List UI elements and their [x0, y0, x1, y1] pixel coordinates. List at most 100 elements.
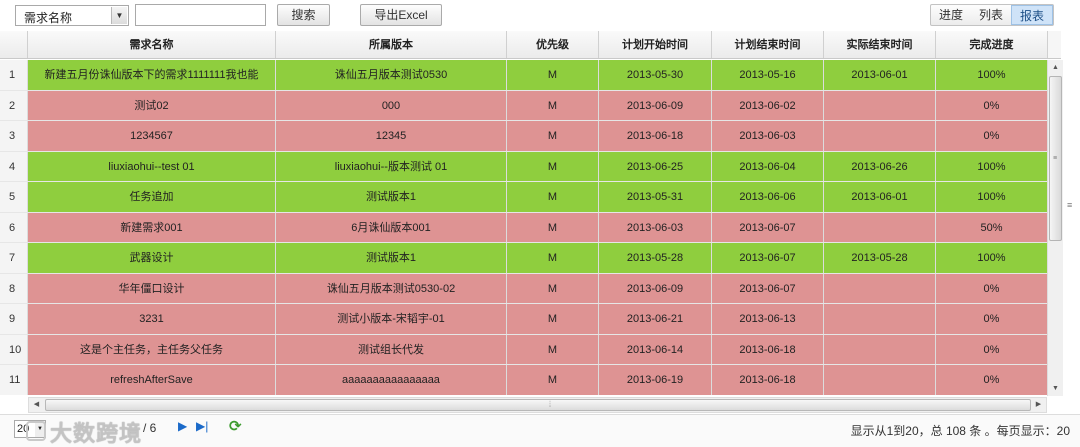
cell-progress: 0%	[936, 90, 1048, 120]
next-page-icon[interactable]: ▶	[178, 419, 187, 433]
toolbar: 需求名称 ▼ 搜索 导出Excel 进度 列表 报表	[0, 0, 1080, 30]
grid-header: 需求名称 所属版本 优先级 计划开始时间 计划结束时间 实际结束时间 完成进度	[0, 31, 1061, 59]
cell-plan-start: 2013-06-25	[599, 151, 712, 181]
row-number: 5	[0, 182, 28, 212]
cell-version: aaaaaaaaaaaaaaaa	[276, 365, 507, 395]
cell-progress: 100%	[936, 243, 1048, 273]
column-header-plan-end[interactable]: 计划结束时间	[712, 31, 824, 58]
cell-plan-end: 2013-06-02	[712, 90, 824, 120]
field-select[interactable]: 需求名称 ▼	[15, 5, 129, 26]
view-switcher: 进度 列表 报表	[930, 4, 1054, 26]
page-count: / 6	[143, 421, 157, 435]
table-row[interactable]: 7 武器设计 测试版本1 M 2013-05-28 2013-06-07 2013-05-2…	[0, 243, 1061, 274]
column-header-name[interactable]: 需求名称	[28, 31, 276, 58]
cell-plan-start: 2013-05-30	[599, 60, 712, 90]
cell-name: 任务追加	[28, 182, 276, 212]
row-number: 6	[0, 212, 28, 242]
cell-version: 测试版本1	[276, 182, 507, 212]
search-input[interactable]	[135, 4, 266, 26]
scroll-up-icon[interactable]: ▲	[1048, 60, 1063, 75]
row-number: 10	[0, 334, 28, 364]
scroll-right-icon[interactable]: ▶	[1031, 398, 1046, 412]
table-row[interactable]: 4 liuxiaohui--test 01 liuxiaohui--版本测试 01 M…	[0, 151, 1061, 182]
cell-name: 新建需求001	[28, 212, 276, 242]
column-header-actual-end[interactable]: 实际结束时间	[824, 31, 936, 58]
cell-version: 测试版本1	[276, 243, 507, 273]
grip-icon: ≡	[1053, 155, 1058, 162]
cell-plan-end: 2013-05-16	[712, 60, 824, 90]
cell-plan-start: 2013-06-03	[599, 212, 712, 242]
table-row[interactable]: 3 1234567 12345 M 2013-06-18 2013-06-03 0%	[0, 121, 1061, 152]
splitter-grip-icon[interactable]: ≡	[1067, 200, 1072, 210]
table-row[interactable]: 6 新建需求001 6月诛仙版本001 M 2013-06-03 2013-06-07 50…	[0, 212, 1061, 243]
table-row[interactable]: 10 这是个主任务，主任务父任务 测试组长代发 M 2013-06-14 2013-06-…	[0, 334, 1061, 365]
table-row[interactable]: 8 华年僵口设计 诛仙五月版本测试0530-02 M 2013-06-09 2013-06…	[0, 273, 1061, 304]
cell-actual-end	[824, 334, 936, 364]
row-number: 3	[0, 121, 28, 151]
cell-plan-end: 2013-06-07	[712, 243, 824, 273]
cell-progress: 100%	[936, 60, 1048, 90]
cell-version: 诛仙五月版本测试0530	[276, 60, 507, 90]
cell-name: 武器设计	[28, 243, 276, 273]
cell-priority: M	[507, 212, 599, 242]
chevron-down-icon[interactable]: ▼	[111, 7, 127, 24]
last-page-icon[interactable]: ▶|	[196, 419, 208, 433]
cell-progress: 50%	[936, 212, 1048, 242]
cell-version: 诛仙五月版本测试0530-02	[276, 273, 507, 303]
cell-version: 测试组长代发	[276, 334, 507, 364]
cell-plan-end: 2013-06-06	[712, 182, 824, 212]
cell-plan-start: 2013-06-09	[599, 90, 712, 120]
horizontal-scrollbar[interactable]: ◀ ⦙ ▶	[28, 397, 1047, 413]
scroll-left-icon[interactable]: ◀	[29, 398, 44, 412]
cell-name: 测试02	[28, 90, 276, 120]
cell-priority: M	[507, 365, 599, 395]
cell-actual-end: 2013-06-01	[824, 60, 936, 90]
vertical-scroll-thumb[interactable]: ≡	[1049, 76, 1062, 241]
table-row[interactable]: 1 新建五月份诛仙版本下的需求1111111我也能 诛仙五月版本测试0530 M 201…	[0, 60, 1061, 91]
row-number: 2	[0, 90, 28, 120]
vertical-scrollbar[interactable]: ▲ ≡ ▼	[1047, 60, 1063, 396]
cell-version: 6月诛仙版本001	[276, 212, 507, 242]
pager-bar: 20 ▼ 大数跨境 / 6 ▶ ▶| ⟳ 显示从1到20，总 108 条 。每页…	[0, 414, 1080, 447]
cell-name: refreshAfterSave	[28, 365, 276, 395]
view-report-tab[interactable]: 报表	[1011, 5, 1053, 25]
cell-actual-end: 2013-05-28	[824, 243, 936, 273]
column-header-plan-start[interactable]: 计划开始时间	[599, 31, 712, 58]
table-row[interactable]: 5 任务追加 测试版本1 M 2013-05-31 2013-06-06 2013-06-0…	[0, 182, 1061, 213]
grid-body: 1 新建五月份诛仙版本下的需求1111111我也能 诛仙五月版本测试0530 M 201…	[0, 60, 1061, 395]
export-excel-button[interactable]: 导出Excel	[360, 4, 442, 26]
cell-plan-end: 2013-06-13	[712, 304, 824, 334]
column-header-progress[interactable]: 完成进度	[936, 31, 1048, 58]
cell-priority: M	[507, 121, 599, 151]
row-number: 4	[0, 151, 28, 181]
cell-priority: M	[507, 334, 599, 364]
cell-name: 华年僵口设计	[28, 273, 276, 303]
cell-actual-end: 2013-06-01	[824, 182, 936, 212]
horizontal-scroll-thumb[interactable]: ⦙	[45, 399, 1031, 411]
pager-info: 显示从1到20，总 108 条 。每页显示：20	[850, 424, 1070, 438]
view-progress-tab[interactable]: 进度	[931, 5, 971, 25]
column-header-priority[interactable]: 优先级	[507, 31, 599, 58]
table-row[interactable]: 9 3231 测试小版本-宋韬宇-01 M 2013-06-21 2013-06-13 0%	[0, 304, 1061, 335]
cell-actual-end	[824, 273, 936, 303]
cell-actual-end	[824, 365, 936, 395]
cell-progress: 0%	[936, 365, 1048, 395]
cell-plan-end: 2013-06-03	[712, 121, 824, 151]
cell-progress: 0%	[936, 334, 1048, 364]
view-list-tab[interactable]: 列表	[971, 5, 1011, 25]
cell-version: 12345	[276, 121, 507, 151]
cell-plan-end: 2013-06-18	[712, 334, 824, 364]
table-row[interactable]: 2 测试02 000 M 2013-06-09 2013-06-02 0%	[0, 90, 1061, 121]
cell-name: 新建五月份诛仙版本下的需求1111111我也能	[28, 60, 276, 90]
column-header-version[interactable]: 所属版本	[276, 31, 507, 58]
table-row[interactable]: 11 refreshAfterSave aaaaaaaaaaaaaaaa M 2013-…	[0, 365, 1061, 395]
scroll-down-icon[interactable]: ▼	[1048, 381, 1063, 396]
cell-plan-start: 2013-06-14	[599, 334, 712, 364]
cell-priority: M	[507, 60, 599, 90]
cell-plan-start: 2013-06-18	[599, 121, 712, 151]
refresh-icon[interactable]: ⟳	[229, 417, 242, 435]
cell-progress: 0%	[936, 121, 1048, 151]
cell-version: liuxiaohui--版本测试 01	[276, 151, 507, 181]
cell-name: 3231	[28, 304, 276, 334]
search-button[interactable]: 搜索	[277, 4, 330, 26]
